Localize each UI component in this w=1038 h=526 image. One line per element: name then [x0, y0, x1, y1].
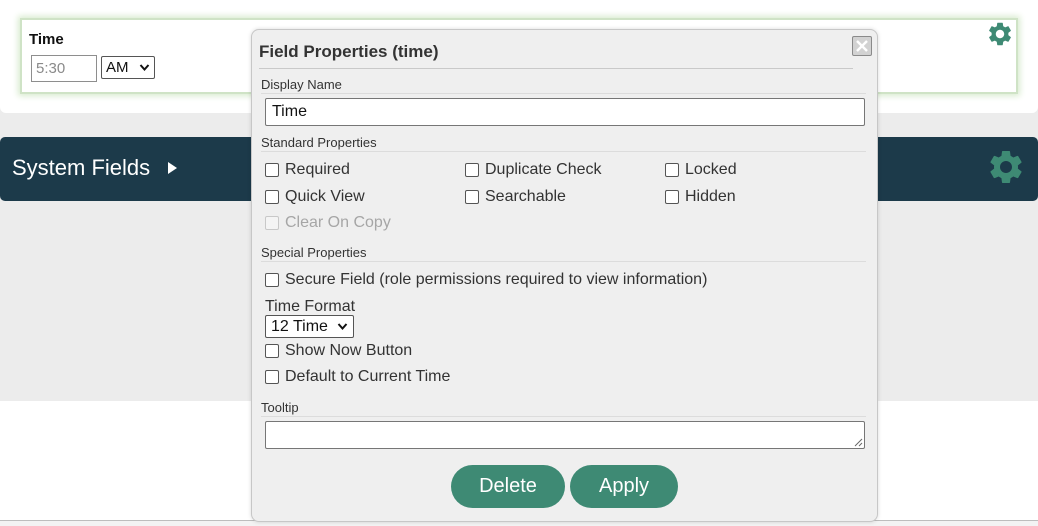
checkbox-label: Searchable: [485, 188, 566, 205]
divider: [261, 151, 866, 152]
default-current-time-checkbox[interactable]: Default to Current Time: [265, 368, 450, 386]
caret-right-icon[interactable]: [168, 162, 177, 174]
checkbox-label: Clear On Copy: [285, 214, 391, 231]
divider: [261, 416, 866, 417]
checkbox-label: Quick View: [285, 188, 365, 205]
divider: [261, 93, 866, 94]
display-name-label: Display Name: [261, 77, 342, 92]
divider: [259, 68, 853, 69]
field-properties-dialog: Field Properties (time) Display Name Tim…: [251, 29, 878, 522]
chevron-down-icon: [139, 57, 150, 85]
delete-button[interactable]: Delete: [451, 465, 565, 508]
close-icon[interactable]: [852, 36, 872, 56]
resize-grip-icon[interactable]: [854, 438, 863, 447]
gear-icon[interactable]: [986, 20, 1014, 48]
searchable-checkbox[interactable]: Searchable: [465, 188, 566, 206]
checkbox-box: [265, 216, 279, 230]
checkbox-label: Hidden: [685, 188, 736, 205]
checkbox-label: Locked: [685, 161, 737, 178]
divider: [261, 261, 866, 262]
checkbox-label: Show Now Button: [285, 342, 413, 359]
hidden-checkbox[interactable]: Hidden: [665, 188, 736, 206]
required-checkbox[interactable]: Required: [265, 161, 350, 179]
checkbox-box[interactable]: [265, 344, 279, 358]
clear-on-copy-checkbox: Clear On Copy: [265, 214, 391, 232]
ampm-value: AM: [106, 59, 129, 76]
checkbox-box[interactable]: [665, 190, 679, 204]
checkbox-label: Required: [285, 161, 350, 178]
show-now-button-checkbox[interactable]: Show Now Button: [265, 342, 412, 360]
tooltip-textarea[interactable]: [265, 421, 865, 449]
locked-checkbox[interactable]: Locked: [665, 161, 737, 179]
time-format-value: 12 Time: [271, 318, 328, 335]
dialog-title: Field Properties (time): [259, 42, 439, 61]
time-field-label: Time: [29, 31, 64, 48]
checkbox-label: Duplicate Check: [485, 161, 602, 178]
time-format-select[interactable]: 12 Time: [265, 315, 354, 338]
special-properties-label: Special Properties: [261, 245, 367, 260]
checkbox-box[interactable]: [265, 163, 279, 177]
display-name-input[interactable]: Time: [265, 98, 865, 126]
gear-icon[interactable]: [986, 147, 1026, 187]
checkbox-box[interactable]: [265, 370, 279, 384]
checkbox-box[interactable]: [265, 190, 279, 204]
checkbox-box[interactable]: [265, 273, 279, 287]
time-format-label: Time Format: [265, 298, 356, 315]
time-input[interactable]: 5:30: [31, 55, 97, 82]
system-fields-title: System Fields: [12, 155, 151, 180]
duplicate-check-checkbox[interactable]: Duplicate Check: [465, 161, 602, 179]
checkbox-label: Secure Field (role permissions required …: [285, 271, 708, 288]
chevron-down-icon: [337, 316, 348, 344]
apply-button[interactable]: Apply: [570, 465, 678, 508]
checkbox-label: Default to Current Time: [285, 368, 451, 385]
checkbox-box[interactable]: [665, 163, 679, 177]
standard-properties-label: Standard Properties: [261, 135, 377, 150]
quick-view-checkbox[interactable]: Quick View: [265, 188, 365, 206]
secure-field-checkbox[interactable]: Secure Field (role permissions required …: [265, 271, 707, 289]
ampm-select[interactable]: AM: [101, 56, 155, 79]
checkbox-box[interactable]: [465, 163, 479, 177]
tooltip-label: Tooltip: [261, 400, 299, 415]
checkbox-box[interactable]: [465, 190, 479, 204]
